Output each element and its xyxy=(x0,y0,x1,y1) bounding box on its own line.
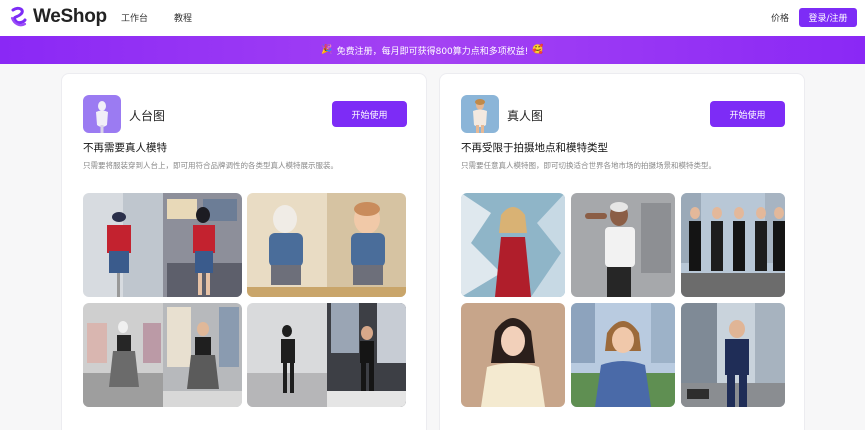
mannequin-thumbnail xyxy=(83,95,121,133)
example-image[interactable] xyxy=(247,193,406,297)
example-image[interactable] xyxy=(571,193,675,297)
nav-price[interactable]: 价格 xyxy=(771,11,789,24)
weshop-logo-icon xyxy=(10,6,27,27)
real-model-thumbnail xyxy=(461,95,499,133)
example-image[interactable] xyxy=(83,193,242,297)
real-model-card: 真人图 开始使用 不再受限于拍摄地点和模特类型 只需要任意真人模特图，即可切换适… xyxy=(439,73,805,430)
start-button[interactable]: 开始使用 xyxy=(710,101,785,127)
nav-workbench[interactable]: 工作台 xyxy=(121,11,148,24)
promo-banner-text: 免费注册，每月即可获得800算力点和多项权益! xyxy=(336,46,529,57)
mannequin-card: 人台图 开始使用 不再需要真人模特 只需要将服装穿到人台上，即可用符合品牌调性的… xyxy=(61,73,427,430)
example-image[interactable] xyxy=(461,303,565,407)
logo-text: WeShop xyxy=(33,6,107,27)
nav-tutorial[interactable]: 教程 xyxy=(174,11,192,24)
card-description: 只需要将服装穿到人台上，即可用符合品牌调性的各类型真人模特展示服装。 xyxy=(83,161,338,170)
top-header: WeShop 工作台 教程 价格 登录/注册 xyxy=(0,0,865,36)
example-image[interactable] xyxy=(681,303,785,407)
start-button[interactable]: 开始使用 xyxy=(332,101,407,127)
example-image[interactable] xyxy=(571,303,675,407)
smile-emoji-icon: 🥰 xyxy=(532,45,544,55)
example-image[interactable] xyxy=(681,193,785,297)
example-image[interactable] xyxy=(83,303,242,407)
party-emoji-icon: 🎉 xyxy=(321,45,333,55)
example-image[interactable] xyxy=(247,303,406,407)
example-image[interactable] xyxy=(461,193,565,297)
card-subtitle: 不再受限于拍摄地点和模特类型 xyxy=(461,142,608,154)
promo-banner[interactable]: 🎉 免费注册，每月即可获得800算力点和多项权益! 🥰 xyxy=(0,36,865,64)
card-title: 人台图 xyxy=(129,109,166,123)
card-description: 只需要任意真人模特图，即可切换适合世界各地市场的拍摄场景和模特类型。 xyxy=(461,161,716,170)
login-register-button[interactable]: 登录/注册 xyxy=(799,8,857,27)
card-subtitle: 不再需要真人模特 xyxy=(83,142,167,154)
card-title: 真人图 xyxy=(507,109,544,123)
brand-logo[interactable]: WeShop xyxy=(9,6,107,28)
